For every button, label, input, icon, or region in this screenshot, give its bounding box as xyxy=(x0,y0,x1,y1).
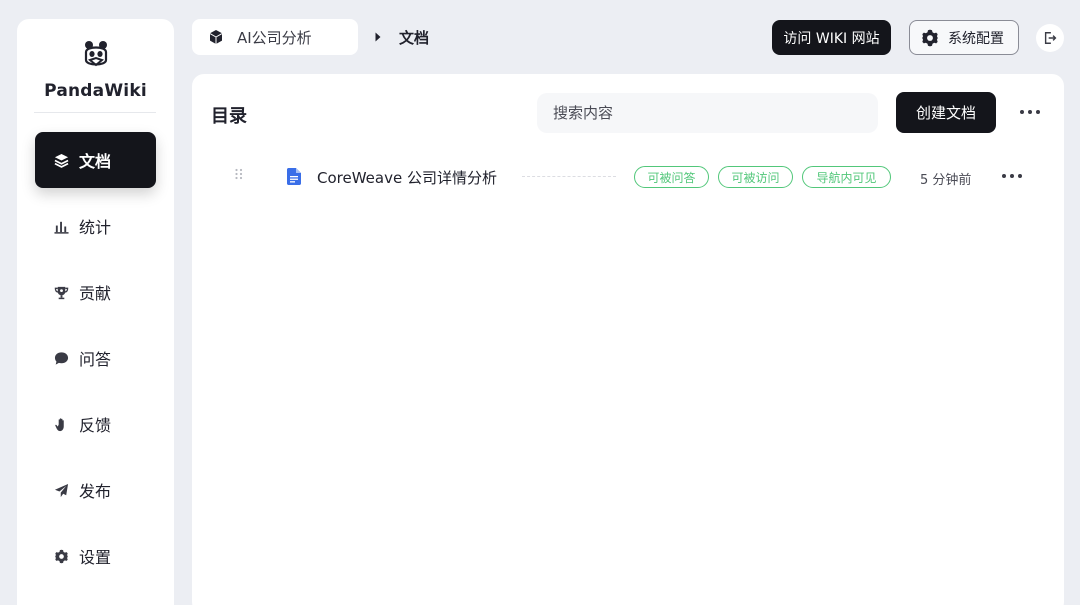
sidebar-item-label: 反馈 xyxy=(79,416,112,435)
more-options-icon[interactable] xyxy=(1000,168,1024,184)
status-badge: 导航内可见 xyxy=(802,166,891,188)
sidebar-item-label: 设置 xyxy=(79,548,112,567)
drag-handle-icon[interactable] xyxy=(234,168,244,182)
caret-right-icon xyxy=(375,32,381,42)
status-badge: 可被访问 xyxy=(718,166,793,188)
page-title: 目录 xyxy=(211,106,247,127)
create-doc-button[interactable]: 创建文档 xyxy=(896,92,996,133)
gear-icon xyxy=(922,29,938,46)
sidebar-item-contribution[interactable]: 贡献 xyxy=(35,264,156,320)
divider xyxy=(522,176,616,177)
system-config-label: 系统配置 xyxy=(948,30,1004,47)
status-badge: 可被问答 xyxy=(634,166,709,188)
sidebar: PandaWiki 文档 统计 贡献 问答 反馈 发布 设置 xyxy=(17,19,174,605)
hand-icon xyxy=(53,416,69,432)
trophy-icon xyxy=(53,284,69,300)
visit-wiki-button[interactable]: 访问 WIKI 网站 xyxy=(772,20,891,55)
sidebar-item-feedback[interactable]: 反馈 xyxy=(35,396,156,452)
table-row[interactable]: CoreWeave 公司详情分析 可被问答 可被访问 导航内可见 5 分钟前 xyxy=(192,158,1064,194)
document-icon xyxy=(287,168,301,185)
breadcrumb-kb-name: AI公司分析 xyxy=(237,28,312,47)
gear-icon xyxy=(53,548,69,564)
panda-logo-icon xyxy=(84,41,107,67)
sidebar-item-label: 贡献 xyxy=(79,284,112,303)
layers-icon xyxy=(53,152,69,168)
sidebar-item-publish[interactable]: 发布 xyxy=(35,462,156,518)
sidebar-item-stats[interactable]: 统计 xyxy=(35,198,156,254)
sidebar-item-label: 问答 xyxy=(79,350,112,369)
sidebar-item-docs[interactable]: 文档 xyxy=(35,132,156,188)
logo[interactable]: PandaWiki xyxy=(17,38,174,101)
sidebar-item-label: 文档 xyxy=(79,152,112,171)
sidebar-item-label: 发布 xyxy=(79,482,112,501)
search-input[interactable] xyxy=(537,93,878,133)
main-panel: 目录 创建文档 CoreWeave 公司详情分析 可被问答 可被访问 导航内可见… xyxy=(192,74,1064,605)
cube-icon xyxy=(209,30,223,44)
paper-plane-icon xyxy=(53,482,69,498)
breadcrumb-kb-selector[interactable]: AI公司分析 xyxy=(192,19,358,55)
logout-icon xyxy=(1044,32,1057,44)
updated-time: 5 分钟前 xyxy=(920,173,972,188)
sidebar-item-label: 统计 xyxy=(79,218,112,237)
document-title[interactable]: CoreWeave 公司详情分析 xyxy=(317,167,497,188)
breadcrumb-current: 文档 xyxy=(399,29,430,47)
divider xyxy=(34,112,156,113)
logout-button[interactable] xyxy=(1036,24,1064,52)
sidebar-item-qa[interactable]: 问答 xyxy=(35,330,156,386)
system-config-button[interactable]: 系统配置 xyxy=(909,20,1019,55)
bar-chart-icon xyxy=(53,218,69,234)
more-options-icon[interactable] xyxy=(1018,104,1042,120)
logo-text: PandaWiki xyxy=(44,81,147,101)
sidebar-item-settings[interactable]: 设置 xyxy=(35,528,156,584)
chat-bubble-icon xyxy=(53,350,69,366)
